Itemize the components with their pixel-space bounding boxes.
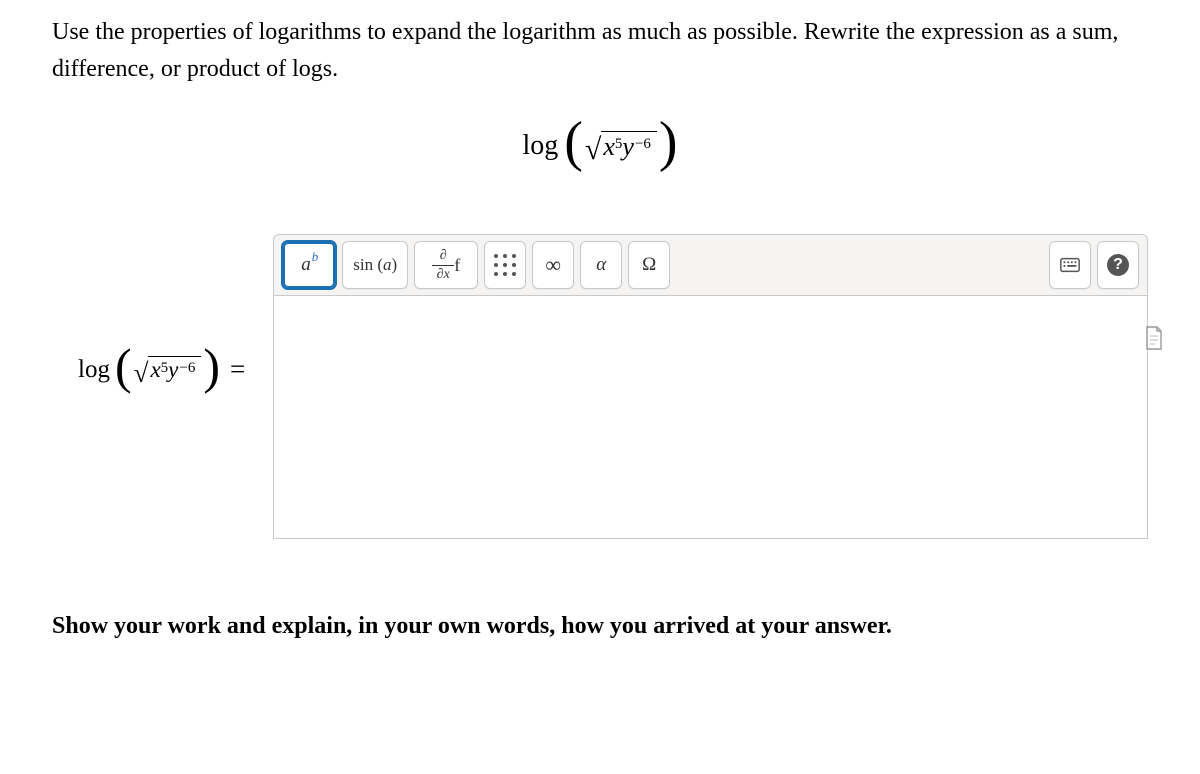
equation-lhs: log ( √ x5y−6 ) = <box>78 234 245 385</box>
omega-icon: Ω <box>642 254 656 276</box>
alpha-button[interactable]: α <box>580 241 622 289</box>
math-toolbar: ab sin (a) ∂ ∂x f <box>273 234 1148 296</box>
answer-input[interactable] <box>273 296 1148 539</box>
infinity-icon: ∞ <box>545 252 561 278</box>
grid-button[interactable] <box>484 241 526 289</box>
sqrt-expression: √ x5y−6 <box>585 131 657 162</box>
display-formula: log ( √ x5y−6 ) <box>52 130 1148 162</box>
dots-icon <box>494 254 516 276</box>
derivative-button[interactable]: ∂ ∂x f <box>414 241 478 289</box>
show-work-prompt: Show your work and explain, in your own … <box>52 613 1148 640</box>
trig-button[interactable]: sin (a) <box>342 241 408 289</box>
keyboard-button[interactable] <box>1049 241 1091 289</box>
help-button[interactable]: ? <box>1097 241 1139 289</box>
omega-button[interactable]: Ω <box>628 241 670 289</box>
help-icon: ? <box>1107 254 1129 276</box>
equals-sign: = <box>230 354 245 385</box>
infinity-button[interactable]: ∞ <box>532 241 574 289</box>
log-label: log <box>522 130 558 162</box>
alpha-icon: α <box>596 254 606 276</box>
question-prompt: Use the properties of logarithms to expa… <box>52 14 1148 88</box>
exponent-button[interactable]: ab <box>282 241 336 289</box>
page-handle-icon[interactable] <box>1144 326 1164 355</box>
keyboard-icon <box>1059 254 1081 276</box>
